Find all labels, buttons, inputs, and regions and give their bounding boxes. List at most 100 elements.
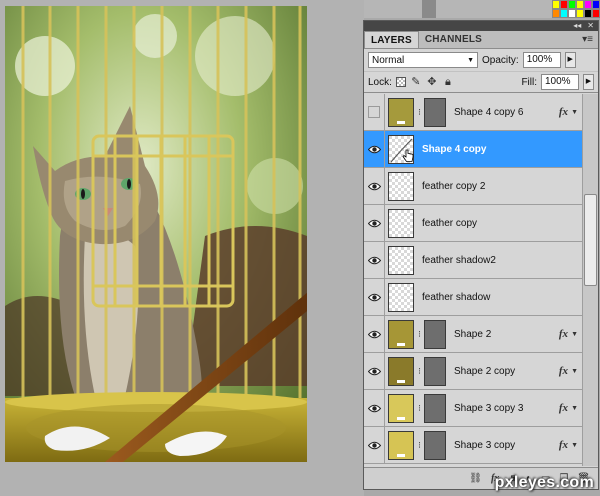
layer-row[interactable]: feather shadow (364, 278, 582, 316)
lock-label: Lock: (368, 76, 392, 88)
shape-fill-thumbnail[interactable] (388, 319, 414, 349)
layer-thumbnail[interactable] (388, 208, 414, 238)
eye-icon (367, 330, 381, 339)
layer-visibility-toggle[interactable] (364, 130, 385, 168)
chevron-down-icon: ▼ (467, 56, 474, 64)
chain-link-icon[interactable]: ⁝ (415, 440, 424, 451)
eye-icon (367, 145, 381, 154)
fill-field[interactable]: 100% (541, 74, 579, 90)
vector-mask-thumbnail[interactable] (424, 356, 446, 386)
chain-link-icon[interactable]: ⛓︎ (469, 473, 482, 484)
layer-thumbnail[interactable] (388, 171, 414, 201)
layer-visibility-toggle[interactable] (364, 167, 385, 205)
chain-link-icon[interactable]: ⁝ (415, 366, 424, 377)
vector-mask-thumbnail[interactable] (424, 319, 446, 349)
layer-row[interactable]: ⁝ Shape 3 copy 3 fx ▼ (364, 389, 582, 427)
layer-visibility-toggle[interactable] (364, 389, 385, 427)
shape-fill-thumbnail[interactable] (388, 356, 414, 386)
eye-icon (367, 404, 381, 413)
panel-tabs: LAYERS CHANNELS ▾≡ (364, 31, 598, 49)
layer-name[interactable]: Shape 2 copy (454, 366, 515, 377)
lock-position-move-icon[interactable]: ✥ (426, 76, 438, 88)
shape-fill-thumbnail[interactable] (388, 393, 414, 423)
layer-name[interactable]: feather copy (422, 218, 477, 229)
hand-pointer-icon (402, 149, 414, 166)
layer-thumbnail[interactable] (388, 282, 414, 312)
eye-icon (367, 441, 381, 450)
layer-effects-icon[interactable]: fx (559, 439, 568, 451)
layer-row[interactable]: Shape 4 copy (364, 130, 582, 168)
layer-visibility-toggle[interactable] (364, 426, 385, 464)
layer-row[interactable]: ⁝ Shape 3 copy fx ▼ (364, 426, 582, 464)
layer-name[interactable]: Shape 3 copy (454, 440, 515, 451)
layer-effects-icon[interactable]: fx (559, 365, 568, 377)
layer-visibility-toggle[interactable] (364, 315, 385, 353)
vector-mask-thumbnail[interactable] (424, 97, 446, 127)
vector-mask-thumbnail[interactable] (424, 393, 446, 423)
layer-effects-icon[interactable]: fx (559, 402, 568, 414)
blend-mode-value: Normal (372, 54, 405, 66)
lock-image-brush-icon[interactable]: ✎ (410, 76, 422, 88)
panel-menu-icon[interactable]: ▾≡ (582, 34, 593, 45)
chain-link-icon[interactable]: ⁝ (415, 107, 424, 118)
layer-row[interactable]: feather shadow2 (364, 241, 582, 279)
layer-row[interactable]: ⁝ Shape 2 copy fx ▼ (364, 352, 582, 390)
layer-effects-icon[interactable]: fx (559, 106, 568, 118)
layer-list-scrollbar[interactable] (582, 94, 598, 466)
layer-visibility-toggle[interactable] (364, 204, 385, 242)
opacity-slider-arrow-icon[interactable]: ▶ (564, 52, 576, 68)
layer-list[interactable]: ⁝ Shape 4 copy 6 fx ▼ Shape 4 copy feather co… (364, 94, 582, 466)
close-icon[interactable]: ✕ (587, 21, 594, 31)
expand-effects-chevron-icon[interactable]: ▼ (571, 368, 578, 375)
layer-effects-icon[interactable]: fx (559, 328, 568, 340)
artwork-image (5, 6, 307, 462)
lock-row: Lock: ✎ ✥ 🔒︎ Fill: 100% ▶ (364, 71, 598, 93)
layer-visibility-toggle[interactable] (364, 241, 385, 279)
document-canvas[interactable] (0, 0, 364, 496)
shape-fill-thumbnail[interactable] (388, 97, 414, 127)
layer-thumbnail[interactable] (388, 245, 414, 275)
chain-link-icon[interactable]: ⁝ (415, 403, 424, 414)
expand-effects-chevron-icon[interactable]: ▼ (571, 405, 578, 412)
blend-row: Normal ▼ Opacity: 100% ▶ (364, 49, 598, 71)
layer-row[interactable]: ⁝ Shape 4 copy 6 fx ▼ (364, 94, 582, 131)
lock-all-padlock-icon[interactable]: 🔒︎ (442, 76, 454, 88)
vector-mask-thumbnail[interactable] (424, 430, 446, 460)
eye-icon (367, 219, 381, 228)
tab-layers[interactable]: LAYERS (364, 31, 419, 48)
layer-visibility-toggle[interactable] (364, 352, 385, 390)
double-chevron-icon[interactable]: ◂◂ (573, 21, 581, 31)
layer-name[interactable]: feather shadow (422, 292, 490, 303)
scrollbar-thumb[interactable] (584, 194, 597, 286)
shape-fill-thumbnail[interactable] (388, 430, 414, 460)
layer-visibility-toggle[interactable] (364, 278, 385, 316)
blend-mode-select[interactable]: Normal ▼ (368, 52, 478, 68)
chain-link-icon[interactable]: ⁝ (415, 329, 424, 340)
eye-icon (367, 293, 381, 302)
layer-name[interactable]: Shape 3 copy 3 (454, 403, 524, 414)
panel-title-bar[interactable]: ◂◂ ✕ (364, 21, 598, 31)
hidden-visibility-box (368, 106, 380, 118)
layer-name[interactable]: Shape 4 copy (422, 144, 486, 155)
fill-label: Fill: (521, 76, 537, 88)
opacity-field[interactable]: 100% (522, 52, 561, 68)
expand-effects-chevron-icon[interactable]: ▼ (571, 442, 578, 449)
expand-effects-chevron-icon[interactable]: ▼ (571, 331, 578, 338)
layer-name[interactable]: Shape 4 copy 6 (454, 107, 524, 118)
lock-transparency-icon[interactable] (395, 77, 406, 87)
opacity-label: Opacity: (482, 54, 519, 66)
watermark-text: pxleyes.com (494, 474, 594, 491)
eye-icon (367, 367, 381, 376)
layer-row[interactable]: feather copy (364, 204, 582, 242)
panel-dock-separator (422, 0, 436, 18)
fill-slider-arrow-icon[interactable]: ▶ (583, 74, 594, 90)
layer-name[interactable]: feather shadow2 (422, 255, 496, 266)
expand-effects-chevron-icon[interactable]: ▼ (571, 109, 578, 116)
swatches-panel-edge[interactable] (552, 0, 600, 18)
layer-visibility-toggle[interactable] (364, 94, 385, 131)
tab-channels[interactable]: CHANNELS (419, 31, 488, 48)
layer-row[interactable]: feather copy 2 (364, 167, 582, 205)
layer-name[interactable]: Shape 2 (454, 329, 491, 340)
layer-name[interactable]: feather copy 2 (422, 181, 485, 192)
layer-row[interactable]: ⁝ Shape 2 fx ▼ (364, 315, 582, 353)
